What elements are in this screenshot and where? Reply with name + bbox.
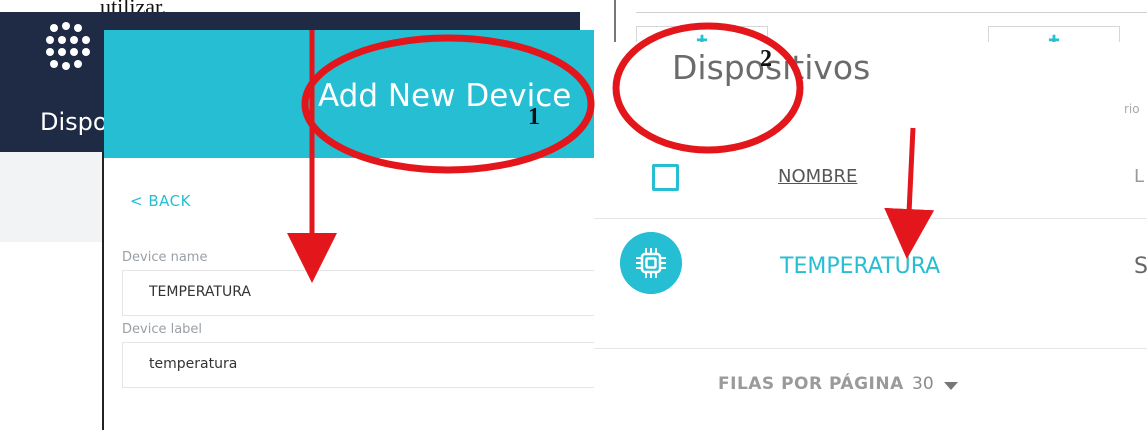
annotation-overlay [287, 22, 935, 283]
annotation-arrow [884, 127, 935, 259]
annotation-ellipse-1 [301, 34, 595, 174]
annotation-number-1: 1 [528, 104, 540, 130]
annotation-number-2: 2 [760, 46, 772, 72]
annotation-ellipse-2 [612, 22, 804, 154]
